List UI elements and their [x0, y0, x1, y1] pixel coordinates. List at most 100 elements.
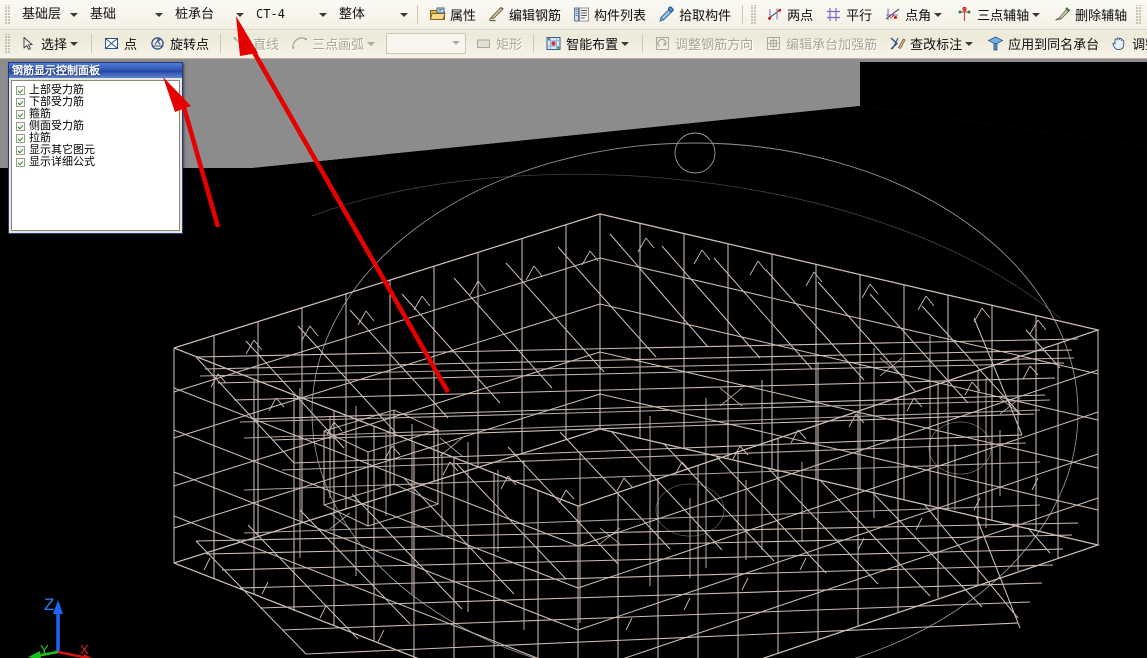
- show-detail-formula-label: 显示详细公式: [29, 156, 95, 168]
- rectangle-tool-button[interactable]: 矩形: [470, 31, 527, 56]
- chevron-down-icon[interactable]: [963, 34, 975, 53]
- toolbar-separator: [91, 34, 92, 53]
- checkbox-checked-icon[interactable]: [16, 146, 25, 155]
- properties-button-label: 属性: [446, 5, 476, 24]
- toolbar-separator: [742, 5, 743, 24]
- adjust-rebar-direction-button-label: 调整钢筋方向: [671, 34, 753, 53]
- rebar-panel-body: 上部受力筋 下部受力筋 箍筋 侧面受力筋 拉筋 显示其它图元 显示详细公式: [11, 80, 180, 231]
- chevron-down-icon[interactable]: [67, 5, 80, 24]
- adjust-rebar-direction-button[interactable]: 调整钢筋方向: [649, 31, 758, 56]
- two-point-axis-button-label: 两点: [783, 5, 813, 24]
- select-tool-button[interactable]: 选择: [15, 31, 85, 56]
- properties-icon: [429, 6, 446, 23]
- edit-cap-rebar-icon: [765, 35, 782, 52]
- display-mode-selector-value: 整体: [332, 4, 371, 25]
- component-type-selector[interactable]: 桩承台: [167, 3, 247, 26]
- line-icon: [232, 35, 249, 52]
- chevron-down-icon[interactable]: [152, 5, 165, 24]
- toolbar-grip[interactable]: [4, 5, 11, 25]
- chevron-down-icon[interactable]: [233, 5, 246, 24]
- rectangle-icon: [475, 35, 492, 52]
- rotate-point-button[interactable]: 旋转点: [144, 31, 214, 56]
- chevron-down-icon[interactable]: [1030, 5, 1042, 24]
- toolbar-separator: [417, 5, 418, 24]
- point-angle-axis-button[interactable]: 点角: [879, 2, 949, 27]
- pick-component-button-label: 拾取构件: [675, 5, 731, 24]
- checkbox-checked-icon[interactable]: [16, 122, 25, 131]
- checkbox-checked-icon[interactable]: [16, 158, 25, 167]
- chevron-down-icon[interactable]: [68, 34, 80, 53]
- adjust-rebar-icon: [654, 35, 671, 52]
- three-point-arc-button[interactable]: 三点画弧: [286, 31, 382, 56]
- edit-rebar-button[interactable]: 编辑钢筋: [483, 2, 566, 27]
- chevron-down-icon[interactable]: [932, 5, 944, 24]
- x-axis-label: X: [80, 642, 89, 657]
- three-point-aux-axis-button[interactable]: 三点辅轴: [951, 2, 1047, 27]
- component-list-button-label: 构件列表: [590, 5, 646, 24]
- delete-aux-axis-button[interactable]: 删除辅轴: [1049, 2, 1132, 27]
- chevron-down-icon[interactable]: [397, 5, 410, 24]
- smart-layout-button[interactable]: 智能布置: [540, 31, 636, 56]
- parallel-icon: [825, 6, 842, 23]
- rotate-point-button-label: 旋转点: [166, 34, 209, 53]
- apply-to-same-name-cap-button[interactable]: 应用到同名承台: [982, 31, 1104, 56]
- chevron-down-icon[interactable]: [619, 34, 631, 53]
- adjust-cap-slope-button-label: 调整承台放坡: [1128, 34, 1147, 53]
- toolbar-grip[interactable]: [4, 34, 11, 54]
- floor-selector[interactable]: 基础层: [14, 3, 81, 26]
- floor-selector-value: 基础层: [15, 4, 67, 25]
- modify-annotation-icon: [889, 35, 906, 52]
- rebar-display-control-panel[interactable]: 钢筋显示控制面板 上部受力筋 下部受力筋 箍筋 侧面受力筋 拉筋 显示其它图元: [8, 62, 183, 234]
- coordinate-axis-indicator: Z Y X: [14, 588, 134, 658]
- rectangle-tool-button-label: 矩形: [492, 34, 522, 53]
- toolbar-row-1: 基础层 基础 桩承台 CT-4 整体: [0, 0, 1147, 29]
- category-selector[interactable]: 基础: [82, 3, 166, 26]
- toolbar-area: 基础层 基础 桩承台 CT-4 整体: [0, 0, 1147, 59]
- toolbar-grip[interactable]: [1135, 5, 1142, 25]
- smart-layout-button-label: 智能布置: [562, 34, 618, 53]
- adjust-cap-slope-button[interactable]: 调整承台放坡: [1106, 31, 1147, 56]
- display-mode-selector[interactable]: 整体: [331, 3, 411, 26]
- two-point-axis-button[interactable]: 两点: [761, 2, 818, 27]
- hand-icon: [1111, 35, 1128, 52]
- eyedropper-icon: [658, 6, 675, 23]
- toolbar-separator: [533, 34, 534, 53]
- toolbar-row-2: 选择 点 旋转点: [0, 29, 1147, 57]
- properties-button[interactable]: 属性: [424, 2, 481, 27]
- toolbar-grip[interactable]: [750, 5, 757, 25]
- smart-layout-icon: [545, 35, 562, 52]
- z-axis-label: Z: [44, 595, 54, 614]
- checkbox-checked-icon[interactable]: [16, 110, 25, 119]
- point-tool-button-label: 点: [120, 34, 137, 53]
- apply-to-same-name-cap-button-label: 应用到同名承台: [1004, 34, 1099, 53]
- component-list-button[interactable]: 构件列表: [568, 2, 651, 27]
- edit-cap-reinforcement-button[interactable]: 编辑承台加强筋: [760, 31, 882, 56]
- parallel-axis-button[interactable]: 平行: [820, 2, 877, 27]
- edit-rebar-button-label: 编辑钢筋: [505, 5, 561, 24]
- arc-options-dropdown[interactable]: [386, 33, 466, 54]
- delete-aux-axis-button-label: 删除辅轴: [1071, 5, 1127, 24]
- checkbox-checked-icon[interactable]: [16, 86, 25, 95]
- arc-icon: [291, 35, 308, 52]
- checkbox-checked-icon[interactable]: [16, 134, 25, 143]
- rebar-panel-title: 钢筋显示控制面板: [12, 65, 100, 77]
- point-angle-axis-button-label: 点角: [901, 5, 931, 24]
- delete-aux-icon: [1054, 6, 1071, 23]
- point-tool-button[interactable]: 点: [98, 31, 142, 56]
- cursor-icon: [20, 35, 37, 52]
- chevron-down-icon[interactable]: [365, 34, 377, 53]
- edit-rebar-icon: [488, 6, 505, 23]
- select-tool-button-label: 选择: [37, 34, 67, 53]
- apply-same-name-icon: [987, 35, 1004, 52]
- line-tool-button[interactable]: 直线: [227, 31, 284, 56]
- rotate-point-icon: [149, 35, 166, 52]
- chevron-down-icon[interactable]: [316, 5, 329, 24]
- checkbox-checked-icon[interactable]: [16, 98, 25, 107]
- rebar-panel-title-bar[interactable]: 钢筋显示控制面板: [9, 63, 182, 78]
- point-angle-icon: [884, 6, 901, 23]
- pick-component-button[interactable]: 拾取构件: [653, 2, 736, 27]
- component-name-selector[interactable]: CT-4: [248, 3, 330, 26]
- show-detail-formula-checkbox[interactable]: 显示详细公式: [16, 156, 179, 168]
- modify-annotation-button[interactable]: 查改标注: [884, 31, 980, 56]
- three-point-aux-icon: [956, 6, 973, 23]
